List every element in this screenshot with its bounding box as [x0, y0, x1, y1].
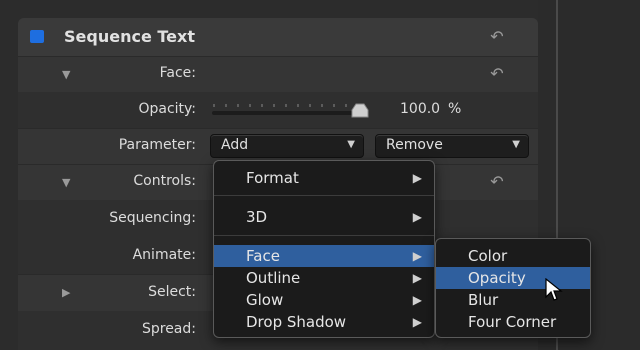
submenu-item-label: Blur — [468, 291, 499, 309]
menu-item-glow[interactable]: Glow ▶ — [214, 289, 434, 311]
menu-item-face[interactable]: Face ▶ — [214, 245, 434, 267]
mouse-pointer-icon — [545, 278, 563, 301]
add-popup-button[interactable]: Add ▼ — [210, 134, 364, 158]
reset-arrow-icon[interactable]: ↶ — [488, 173, 506, 191]
submenu-arrow-icon: ▶ — [412, 249, 422, 263]
chevron-down-icon: ▼ — [347, 139, 355, 150]
slider-ticks — [212, 103, 369, 118]
menu-item-label: Drop Shadow — [246, 313, 347, 331]
menu-item-label: Face — [246, 247, 280, 265]
controls-label: Controls: — [133, 173, 196, 189]
submenu-item-label: Four Corner — [468, 313, 557, 331]
submenu-item-opacity[interactable]: Opacity — [436, 267, 590, 289]
sequencing-label: Sequencing: — [109, 210, 196, 226]
reset-arrow-icon[interactable]: ↶ — [488, 65, 506, 83]
opacity-slider[interactable] — [210, 100, 370, 120]
submenu-arrow-icon: ▶ — [412, 271, 422, 285]
disclosure-triangle-icon[interactable]: ▼ — [62, 176, 70, 189]
disclosure-triangle-icon[interactable]: ▼ — [62, 68, 70, 81]
menu-item-outline[interactable]: Outline ▶ — [214, 267, 434, 289]
add-parameter-menu: Format ▶ 3D ▶ Face ▶ Outline ▶ Glow ▶ Dr… — [213, 160, 435, 338]
menu-separator — [214, 195, 434, 196]
remove-popup-button[interactable]: Remove ▼ — [375, 134, 529, 158]
submenu-arrow-icon: ▶ — [412, 315, 422, 329]
submenu-item-blur[interactable]: Blur — [436, 289, 590, 311]
menu-item-label: Format — [246, 169, 299, 187]
spread-label: Spread: — [141, 321, 196, 337]
opacity-value[interactable]: 100.0 — [400, 101, 440, 117]
submenu-item-label: Opacity — [468, 269, 526, 287]
remove-popup-label: Remove — [386, 137, 443, 153]
header-title: Sequence Text — [64, 27, 195, 46]
add-popup-label: Add — [221, 137, 249, 153]
select-label: Select: — [148, 284, 196, 300]
sequence-text-header: Sequence Text ↶ — [18, 18, 538, 57]
opacity-label: Opacity: — [138, 101, 196, 117]
menu-item-label: 3D — [246, 208, 268, 226]
menu-separator — [214, 235, 434, 236]
menu-item-label: Outline — [246, 269, 301, 287]
reset-arrow-icon[interactable]: ↶ — [488, 28, 506, 46]
slider-thumb — [351, 103, 369, 118]
submenu-arrow-icon: ▶ — [412, 293, 422, 307]
menu-item-3d[interactable]: 3D ▶ — [214, 206, 434, 228]
submenu-item-label: Color — [468, 247, 508, 265]
face-row: ▼ Face: ↶ — [18, 56, 538, 93]
behavior-enable-checkbox[interactable] — [30, 30, 44, 43]
face-submenu: Color Opacity Blur Four Corner — [435, 238, 591, 338]
chevron-down-icon: ▼ — [512, 139, 520, 150]
menu-item-format[interactable]: Format ▶ — [214, 167, 434, 189]
disclosure-triangle-right-icon[interactable]: ▶ — [62, 286, 70, 299]
submenu-arrow-icon: ▶ — [412, 171, 422, 185]
opacity-row: Opacity: 100.0 % — [18, 92, 538, 129]
animate-label: Animate: — [132, 247, 196, 263]
submenu-item-four-corner[interactable]: Four Corner — [436, 311, 590, 333]
opacity-unit: % — [448, 101, 462, 117]
face-label: Face: — [159, 65, 196, 81]
submenu-item-color[interactable]: Color — [436, 245, 590, 267]
menu-item-label: Glow — [246, 291, 284, 309]
submenu-arrow-icon: ▶ — [412, 210, 422, 224]
parameter-label: Parameter: — [118, 137, 196, 153]
menu-item-drop-shadow[interactable]: Drop Shadow ▶ — [214, 311, 434, 333]
